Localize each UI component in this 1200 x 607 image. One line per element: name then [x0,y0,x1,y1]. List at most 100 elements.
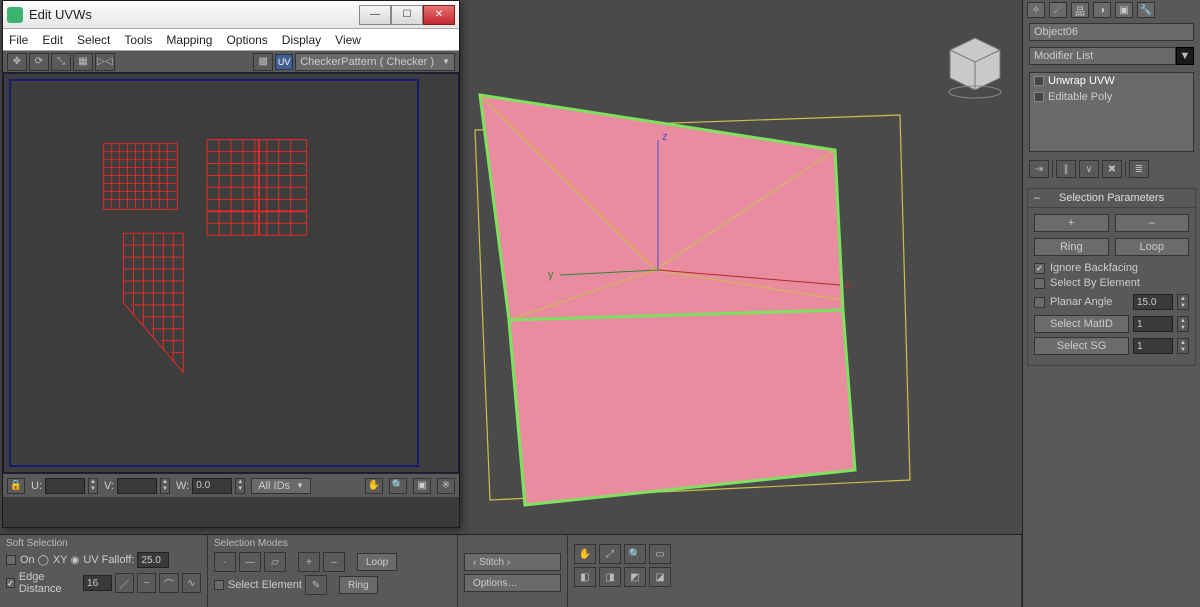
falloff-smooth-icon[interactable]: ~ [137,573,156,593]
pin-stack-icon[interactable]: ⇥ [1029,160,1049,178]
planar-angle-value[interactable]: 15.0 [1133,294,1173,310]
zoom-icon[interactable]: 🔍 [624,544,646,564]
pan-icon[interactable]: ✋ [574,544,596,564]
ignore-backfacing-checkbox[interactable]: ✓Ignore Backfacing [1034,262,1189,274]
vertex-subobj-icon[interactable]: · [214,552,236,572]
nav4-icon[interactable]: ◪ [649,567,671,587]
create-tab[interactable]: ✧ [1027,2,1045,18]
select-sg-button[interactable]: Select SG [1034,337,1129,355]
w-field[interactable]: 0.0 [192,478,232,494]
stack-item-unwrap-uvw[interactable]: Unwrap UVW [1030,73,1193,89]
nav3-icon[interactable]: ◩ [624,567,646,587]
menu-options[interactable]: Options [226,33,267,47]
zoom-icon[interactable]: 🔍 [389,478,407,494]
viewcube[interactable] [940,30,1010,100]
freeform-icon[interactable]: ▦ [73,53,93,71]
stitch-button[interactable]: ‹ Stitch › [464,553,561,571]
soft-on-checkbox[interactable]: On [6,554,35,566]
utilities-tab[interactable]: 🔧 [1137,2,1155,18]
v-field[interactable] [117,478,157,494]
grow-icon[interactable]: + [298,552,320,572]
motion-tab[interactable]: ◑ [1093,2,1111,18]
edge-distance-checkbox[interactable]: ✓Edge Distance [6,571,80,595]
close-button[interactable]: ✕ [423,5,455,25]
grow-selection-button[interactable]: + [1034,214,1109,232]
menu-edit[interactable]: Edit [42,33,63,47]
snap-icon[interactable]: ※ [437,478,455,494]
options-button[interactable]: Options… [464,574,561,592]
pan-icon[interactable]: ✋ [365,478,383,494]
id-filter-dropdown[interactable]: All IDs ▼ [251,478,311,494]
menu-tools[interactable]: Tools [124,33,152,47]
spinner-arrows[interactable]: ▲▼ [1177,316,1189,332]
hierarchy-tab[interactable]: 品 [1071,2,1089,18]
menu-file[interactable]: File [9,33,28,47]
falloff-linear-icon[interactable]: ／ [115,573,134,593]
zoom-extents-icon[interactable]: ⤢ [599,544,621,564]
paint-select-icon[interactable]: ✎ [305,575,327,595]
soft-uv-radio[interactable]: ◉ UV [71,554,99,566]
display-tab[interactable]: ▣ [1115,2,1133,18]
ring-button[interactable]: Ring [1034,238,1109,256]
falloff-value[interactable]: 25.0 [137,552,169,568]
loop-button[interactable]: Loop [1115,238,1190,256]
select-by-element-checkbox[interactable]: Select By Element [1034,277,1189,289]
spinner-arrows[interactable]: ▲▼ [88,478,98,494]
stack-item-label: Editable Poly [1048,91,1112,103]
make-unique-icon[interactable]: ∨ [1079,160,1099,178]
texture-dropdown[interactable]: CheckerPattern ( Checker )▼ [295,53,455,71]
zoom-region-icon[interactable]: ▭ [649,544,671,564]
modifier-stack[interactable]: Unwrap UVW Editable Poly [1029,72,1194,152]
maximize-button[interactable]: ☐ [391,5,423,25]
modifier-list-dropdown[interactable]: Modifier List ▼ [1023,44,1200,68]
titlebar[interactable]: Edit UVWs — ☐ ✕ [3,1,459,29]
menu-mapping[interactable]: Mapping [166,33,212,47]
edit-uvws-window: Edit UVWs — ☐ ✕ File Edit Select Tools M… [2,0,460,528]
nav2-icon[interactable]: ◨ [599,567,621,587]
configure-sets-icon[interactable]: ≣ [1129,160,1149,178]
remove-modifier-icon[interactable]: ✖ [1102,160,1122,178]
mirror-icon[interactable]: ▷◁ [95,53,115,71]
u-field[interactable] [45,478,85,494]
select-element-checkbox[interactable]: Select Element [214,579,302,591]
checkbox-label: Select By Element [1050,277,1140,289]
minimize-button[interactable]: — [359,5,391,25]
select-matid-button[interactable]: Select MatID [1034,315,1129,333]
uv-canvas[interactable] [3,73,459,473]
falloff-sine-icon[interactable]: ∿ [182,573,201,593]
rollout-title[interactable]: Selection Parameters [1028,189,1195,208]
menu-display[interactable]: Display [282,33,321,47]
falloff-sharp-icon[interactable]: ⌒ [159,573,178,593]
modify-tab[interactable]: ☄ [1049,2,1067,18]
spinner-arrows[interactable]: ▲▼ [235,478,245,494]
shrink-selection-button[interactable]: – [1115,214,1190,232]
soft-xy-radio[interactable]: ◯ XY [38,554,68,566]
move-icon[interactable]: ✥ [7,53,27,71]
show-end-result-icon[interactable]: ∥ [1056,160,1076,178]
soft-selection-section: Soft Selection On ◯ XY ◉ UV Falloff: 25.… [0,535,208,607]
matid-value[interactable]: 1 [1133,316,1173,332]
scale-icon[interactable]: ⤡ [51,53,71,71]
lock-icon[interactable]: 🔒 [7,478,25,494]
planar-angle-checkbox[interactable]: Planar Angle [1034,296,1129,308]
texture-checker-icon[interactable]: ▩ [253,53,273,71]
spinner-arrows[interactable]: ▲▼ [160,478,170,494]
spinner-arrows[interactable]: ▲▼ [1177,294,1189,310]
zoom-ext-icon[interactable]: ▣ [413,478,431,494]
edge-distance-value[interactable]: 16 [83,575,112,591]
object-name-field[interactable] [1029,23,1194,41]
ring-button[interactable]: Ring [339,576,378,594]
sg-value[interactable]: 1 [1133,338,1173,354]
nav1-icon[interactable]: ◧ [574,567,596,587]
uv-toolbar: ✥ ⟳ ⤡ ▦ ▷◁ ▩ UV CheckerPattern ( Checker… [3,51,459,73]
stack-toolbar: ⇥ ∥ ∨ ✖ ≣ [1023,156,1200,182]
rotate-icon[interactable]: ⟳ [29,53,49,71]
face-subobj-icon[interactable]: ▱ [264,552,286,572]
spinner-arrows[interactable]: ▲▼ [1177,338,1189,354]
edge-subobj-icon[interactable]: — [239,552,261,572]
menu-select[interactable]: Select [77,33,110,47]
menu-view[interactable]: View [335,33,361,47]
stack-item-editable-poly[interactable]: Editable Poly [1030,89,1193,105]
shrink-icon[interactable]: – [323,552,345,572]
loop-button[interactable]: Loop [357,553,397,571]
